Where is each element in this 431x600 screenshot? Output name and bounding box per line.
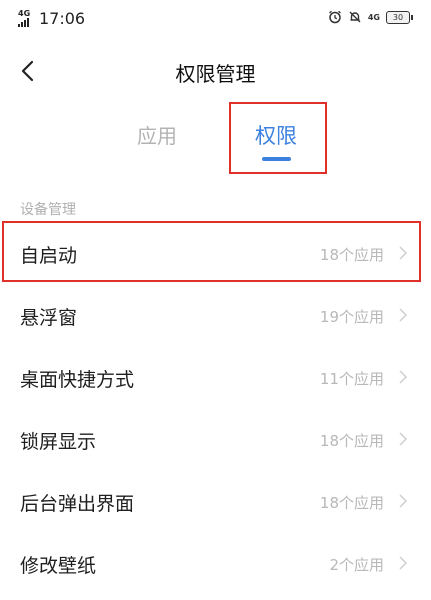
tab-selected-indicator — [262, 157, 291, 161]
title-bar: 权限管理 — [0, 48, 431, 94]
status-bar: 4G 17:06 4G 30 — [0, 0, 431, 40]
status-right: 4G 30 — [328, 10, 413, 24]
list-item-count: 2个应用 — [329, 556, 384, 574]
list-item-count: 19个应用 — [319, 308, 384, 326]
list-item-label: 修改壁纸 — [20, 555, 97, 577]
list-item-label: 后台弹出界面 — [20, 493, 135, 515]
permission-list: 自启动 18个应用 悬浮窗 19个应用 桌面快捷方式 11个应用 锁屏显示 18… — [0, 222, 431, 594]
list-item-count: 18个应用 — [319, 246, 384, 264]
do-not-disturb-icon — [349, 11, 361, 23]
tab-bar: 应用 — [0, 100, 431, 180]
list-item-change-wallpaper[interactable]: 修改壁纸 2个应用 — [0, 532, 431, 594]
section-title-device-management: 设备管理 — [20, 202, 76, 218]
list-item-count: 18个应用 — [319, 494, 384, 512]
list-item-label: 桌面快捷方式 — [20, 369, 135, 391]
chevron-right-icon — [399, 494, 408, 508]
list-item-desktop-shortcut[interactable]: 桌面快捷方式 11个应用 — [0, 346, 431, 408]
page-title: 权限管理 — [175, 62, 256, 86]
chevron-right-icon — [399, 246, 408, 260]
list-item-lock-screen-display[interactable]: 锁屏显示 18个应用 — [0, 408, 431, 470]
list-item-count: 18个应用 — [319, 432, 384, 450]
list-item-count: 11个应用 — [319, 370, 384, 388]
network-type-right: 4G — [367, 12, 380, 22]
list-item-background-popup[interactable]: 后台弹出界面 18个应用 — [0, 470, 431, 532]
chevron-right-icon — [399, 308, 408, 322]
chevron-right-icon — [399, 370, 408, 384]
list-item-label: 悬浮窗 — [20, 307, 78, 329]
list-item-label: 锁屏显示 — [20, 431, 97, 453]
alarm-icon — [328, 10, 341, 24]
cellular-signal-icon: 4G — [18, 8, 34, 27]
status-left: 4G 17:06 — [18, 9, 85, 28]
battery-icon: 30 — [386, 10, 413, 24]
chevron-right-icon — [399, 556, 408, 570]
tab-permissions[interactable]: 权限 — [255, 120, 297, 150]
tab-apps[interactable]: 应用 — [137, 120, 177, 149]
chevron-right-icon — [399, 432, 408, 446]
network-type: 4G — [18, 8, 31, 18]
battery-level: 30 — [386, 10, 410, 24]
clock: 17:06 — [39, 9, 86, 28]
list-item-label: 自启动 — [20, 245, 78, 267]
list-item-floating-window[interactable]: 悬浮窗 19个应用 — [0, 284, 431, 346]
list-item-auto-start[interactable]: 自启动 18个应用 — [0, 222, 431, 284]
